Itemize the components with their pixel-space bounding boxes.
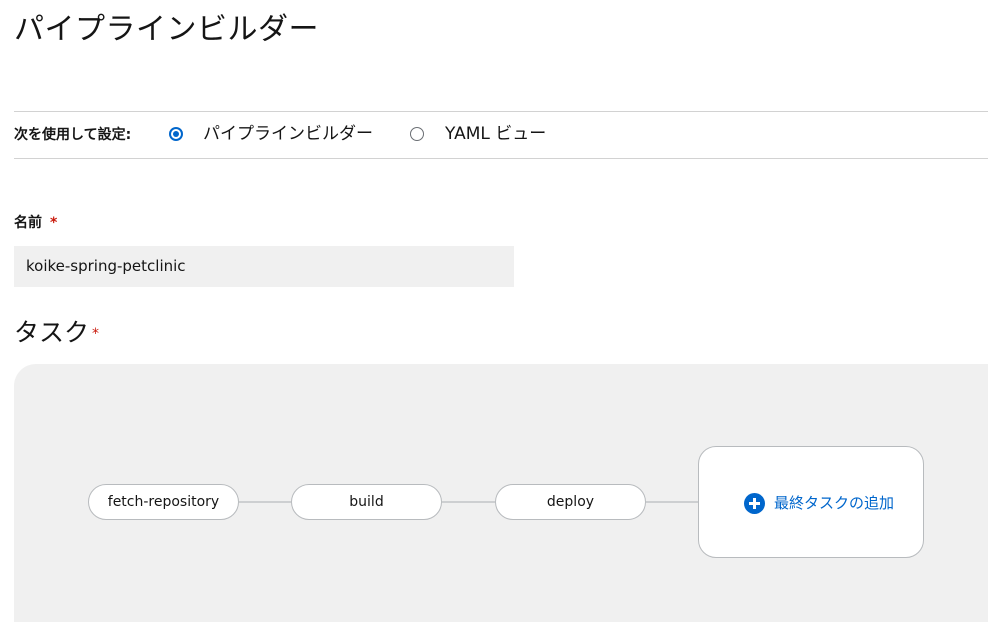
tasks-required-indicator: *: [92, 326, 100, 342]
pipeline-builder-radio-label[interactable]: パイプラインビルダー: [203, 123, 373, 145]
required-indicator: *: [50, 215, 58, 231]
configure-via-label: 次を使用して設定:: [14, 127, 132, 143]
task-node-build[interactable]: build: [291, 484, 442, 520]
name-label-text: 名前: [14, 215, 42, 231]
pipeline-builder-radio[interactable]: [169, 127, 183, 141]
tasks-section-title: タスク *: [14, 316, 99, 351]
yaml-view-radio[interactable]: [410, 127, 424, 141]
task-node-fetch-repository[interactable]: fetch-repository: [88, 484, 239, 520]
pipeline-name-input[interactable]: [14, 246, 514, 287]
add-finally-task-node[interactable]: 最終タスクの追加: [698, 446, 924, 558]
yaml-view-radio-label[interactable]: YAML ビュー: [445, 123, 546, 145]
add-finally-task-button[interactable]: 最終タスクの追加: [744, 492, 894, 514]
page-title: パイプラインビルダー: [14, 12, 319, 47]
plus-circle-icon: [744, 492, 765, 514]
add-finally-task-label: 最終タスクの追加: [774, 494, 895, 512]
pipeline-task-canvas: fetch-repository build deploy 最終タスクの追加: [14, 364, 988, 622]
configure-via-row: 次を使用して設定: パイプラインビルダー YAML ビュー: [14, 111, 988, 159]
pipeline-builder-page: パイプラインビルダー 次を使用して設定: パイプラインビルダー YAML ビュー…: [0, 0, 988, 622]
tasks-title-text: タスク: [14, 318, 90, 347]
name-field-label: 名前 *: [14, 214, 57, 232]
task-node-deploy[interactable]: deploy: [495, 484, 646, 520]
